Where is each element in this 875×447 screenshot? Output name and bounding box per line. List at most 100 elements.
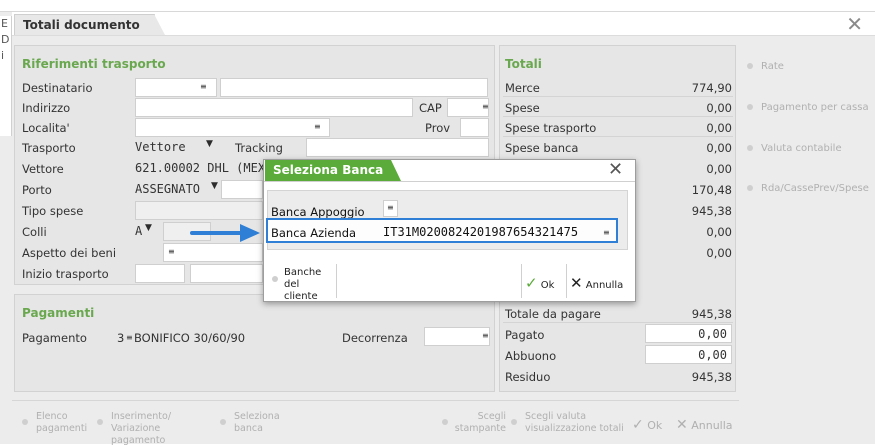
valuta-contabile-button[interactable]: Valuta contabile bbox=[737, 130, 872, 168]
dot-icon bbox=[511, 419, 517, 425]
button-line: Variazione pagamento bbox=[111, 423, 166, 446]
letter: D bbox=[1, 33, 10, 46]
ok-label: Ok bbox=[647, 419, 663, 432]
letter: E bbox=[1, 17, 8, 30]
close-icon[interactable]: ✕ bbox=[608, 161, 623, 179]
destinatario-label: Destinatario bbox=[22, 81, 93, 95]
banche-cliente-button[interactable]: Banche del cliente bbox=[272, 267, 336, 302]
lookup-icon: ≡ bbox=[314, 122, 321, 131]
totali-row-value: 170,48 bbox=[691, 183, 732, 197]
porto-select[interactable]: ASSEGNATO bbox=[135, 180, 200, 198]
scegli-stampante-button[interactable]: Scegli stampante bbox=[442, 411, 506, 439]
destinatario-code-field[interactable]: ≡ bbox=[135, 78, 217, 97]
dropdown-icon[interactable]: ▼ bbox=[206, 139, 213, 149]
pagamento-label: Pagamento bbox=[22, 331, 87, 345]
inizio-time-field[interactable] bbox=[190, 264, 263, 283]
divider bbox=[503, 322, 733, 323]
banca-azienda-value[interactable]: IT31M0200824201987654321475 bbox=[383, 223, 578, 241]
vettore-field[interactable]: 621.00002 DHL (MEX bbox=[135, 159, 265, 177]
ok-button[interactable]: ✓ Ok bbox=[632, 414, 672, 436]
pagamento-code[interactable]: 3 bbox=[117, 331, 124, 345]
vettore-label: Vettore bbox=[22, 162, 64, 176]
tracking-field[interactable] bbox=[306, 138, 489, 157]
lookup-icon: ≡ bbox=[482, 102, 489, 111]
button-line: del cliente bbox=[284, 279, 318, 302]
totali-row-value: 0,00 bbox=[706, 162, 732, 176]
pagamento-value: BONIFICO 30/60/90 bbox=[134, 331, 246, 345]
dialog-ok-button[interactable]: ✓ Ok bbox=[525, 273, 554, 293]
background-window-letters: E D i bbox=[0, 16, 12, 136]
annulla-button[interactable]: ✕ Annulla bbox=[676, 414, 736, 436]
prov-field[interactable] bbox=[460, 118, 489, 137]
dialog-annulla-button[interactable]: ✕ Annulla bbox=[570, 273, 623, 293]
porto-label: Porto bbox=[22, 183, 52, 197]
pagato-label: Pagato bbox=[505, 328, 545, 342]
indirizzo-label: Indirizzo bbox=[22, 101, 71, 115]
elenco-pagamenti-button[interactable]: Elenco pagamenti bbox=[22, 411, 92, 439]
lookup-icon: ≡ bbox=[200, 82, 207, 91]
inizio-field[interactable] bbox=[135, 264, 185, 283]
arrow-right-icon bbox=[190, 224, 260, 242]
banca-appoggio-field[interactable]: ≡ bbox=[383, 200, 398, 217]
divider bbox=[521, 264, 522, 298]
lookup-icon: ≡ bbox=[168, 247, 175, 256]
dot-icon bbox=[220, 419, 226, 425]
tipo-spese-label: Tipo spese bbox=[22, 204, 84, 218]
decorrenza-field[interactable]: ≡ bbox=[424, 327, 490, 346]
banca-appoggio-label: Banca Appoggio bbox=[271, 205, 365, 219]
divider bbox=[503, 96, 733, 97]
dialog-title: Seleziona Banca bbox=[265, 160, 402, 181]
tipo-spese-field[interactable] bbox=[135, 201, 263, 220]
totale-da-pagare-label: Totale da pagare bbox=[505, 307, 601, 321]
colli-select[interactable]: A bbox=[135, 222, 142, 240]
trasporto-select[interactable]: Vettore bbox=[135, 138, 186, 156]
residuo-label: Residuo bbox=[505, 370, 551, 384]
pagato-field[interactable]: 0,00 bbox=[645, 324, 732, 343]
cap-label: CAP bbox=[419, 101, 442, 115]
dot-icon bbox=[747, 145, 753, 151]
aspetto-label: Aspetto dei beni bbox=[22, 246, 117, 260]
tracking-label: Tracking bbox=[235, 141, 283, 155]
abbuono-field[interactable]: 0,00 bbox=[645, 345, 732, 364]
totali-row-value: 774,90 bbox=[691, 81, 732, 95]
window-title: Totali documento bbox=[14, 14, 165, 35]
totali-title: Totali bbox=[505, 57, 542, 71]
inserimento-variazione-button[interactable]: Inserimento/Variazione pagamento bbox=[97, 411, 213, 446]
residuo-value: 945,38 bbox=[691, 370, 732, 384]
riferimenti-title: Riferimenti trasporto bbox=[22, 57, 166, 71]
aspetto-field[interactable]: ≡ bbox=[163, 243, 263, 262]
dropdown-icon[interactable]: ▼ bbox=[211, 181, 218, 191]
close-icon[interactable]: ✕ bbox=[846, 14, 863, 34]
button-line: Scegli valuta bbox=[525, 411, 587, 422]
seleziona-banca-button[interactable]: Seleziona banca bbox=[220, 411, 290, 439]
destinatario-name-field[interactable] bbox=[220, 78, 488, 97]
button-line: Seleziona bbox=[234, 411, 280, 422]
localita-field[interactable]: ≡ bbox=[135, 118, 330, 137]
indirizzo-field[interactable] bbox=[135, 98, 413, 117]
rda-casseprev-spese-button[interactable]: Rda/CassePrev/Spese bbox=[737, 170, 872, 208]
divider bbox=[566, 264, 567, 298]
letter: i bbox=[1, 49, 5, 62]
pagamento-per-cassa-label: Pagamento per cassa bbox=[761, 102, 869, 113]
button-line: banca bbox=[234, 423, 263, 434]
annulla-label: Annulla bbox=[585, 280, 624, 291]
totali-row-value: 0,00 bbox=[706, 101, 732, 115]
cap-field[interactable]: ≡ bbox=[447, 98, 489, 117]
pagamenti-title: Pagamenti bbox=[22, 306, 95, 320]
lookup-icon: ≡ bbox=[126, 333, 133, 342]
dot-icon bbox=[272, 276, 278, 282]
scegli-valuta-button[interactable]: Scegli valuta visualizzazione totali bbox=[511, 411, 627, 439]
pagamento-per-cassa-button[interactable]: Pagamento per cassa bbox=[737, 89, 872, 127]
totali-row-value: 0,00 bbox=[706, 246, 732, 260]
button-line: visualizzazione totali bbox=[525, 423, 624, 434]
inizio-label: Inizio trasporto bbox=[22, 267, 109, 281]
porto-extra-field[interactable] bbox=[221, 180, 263, 199]
rate-button[interactable]: Rate bbox=[737, 48, 872, 86]
valuta-contabile-label: Valuta contabile bbox=[761, 143, 842, 154]
close-icon: ✕ bbox=[676, 417, 688, 433]
colli-label: Colli bbox=[22, 225, 47, 239]
button-line: Banche bbox=[284, 267, 322, 278]
dropdown-icon[interactable]: ▼ bbox=[145, 223, 152, 233]
lookup-icon[interactable]: ≡ bbox=[603, 228, 610, 237]
button-line: stampante bbox=[454, 423, 506, 434]
